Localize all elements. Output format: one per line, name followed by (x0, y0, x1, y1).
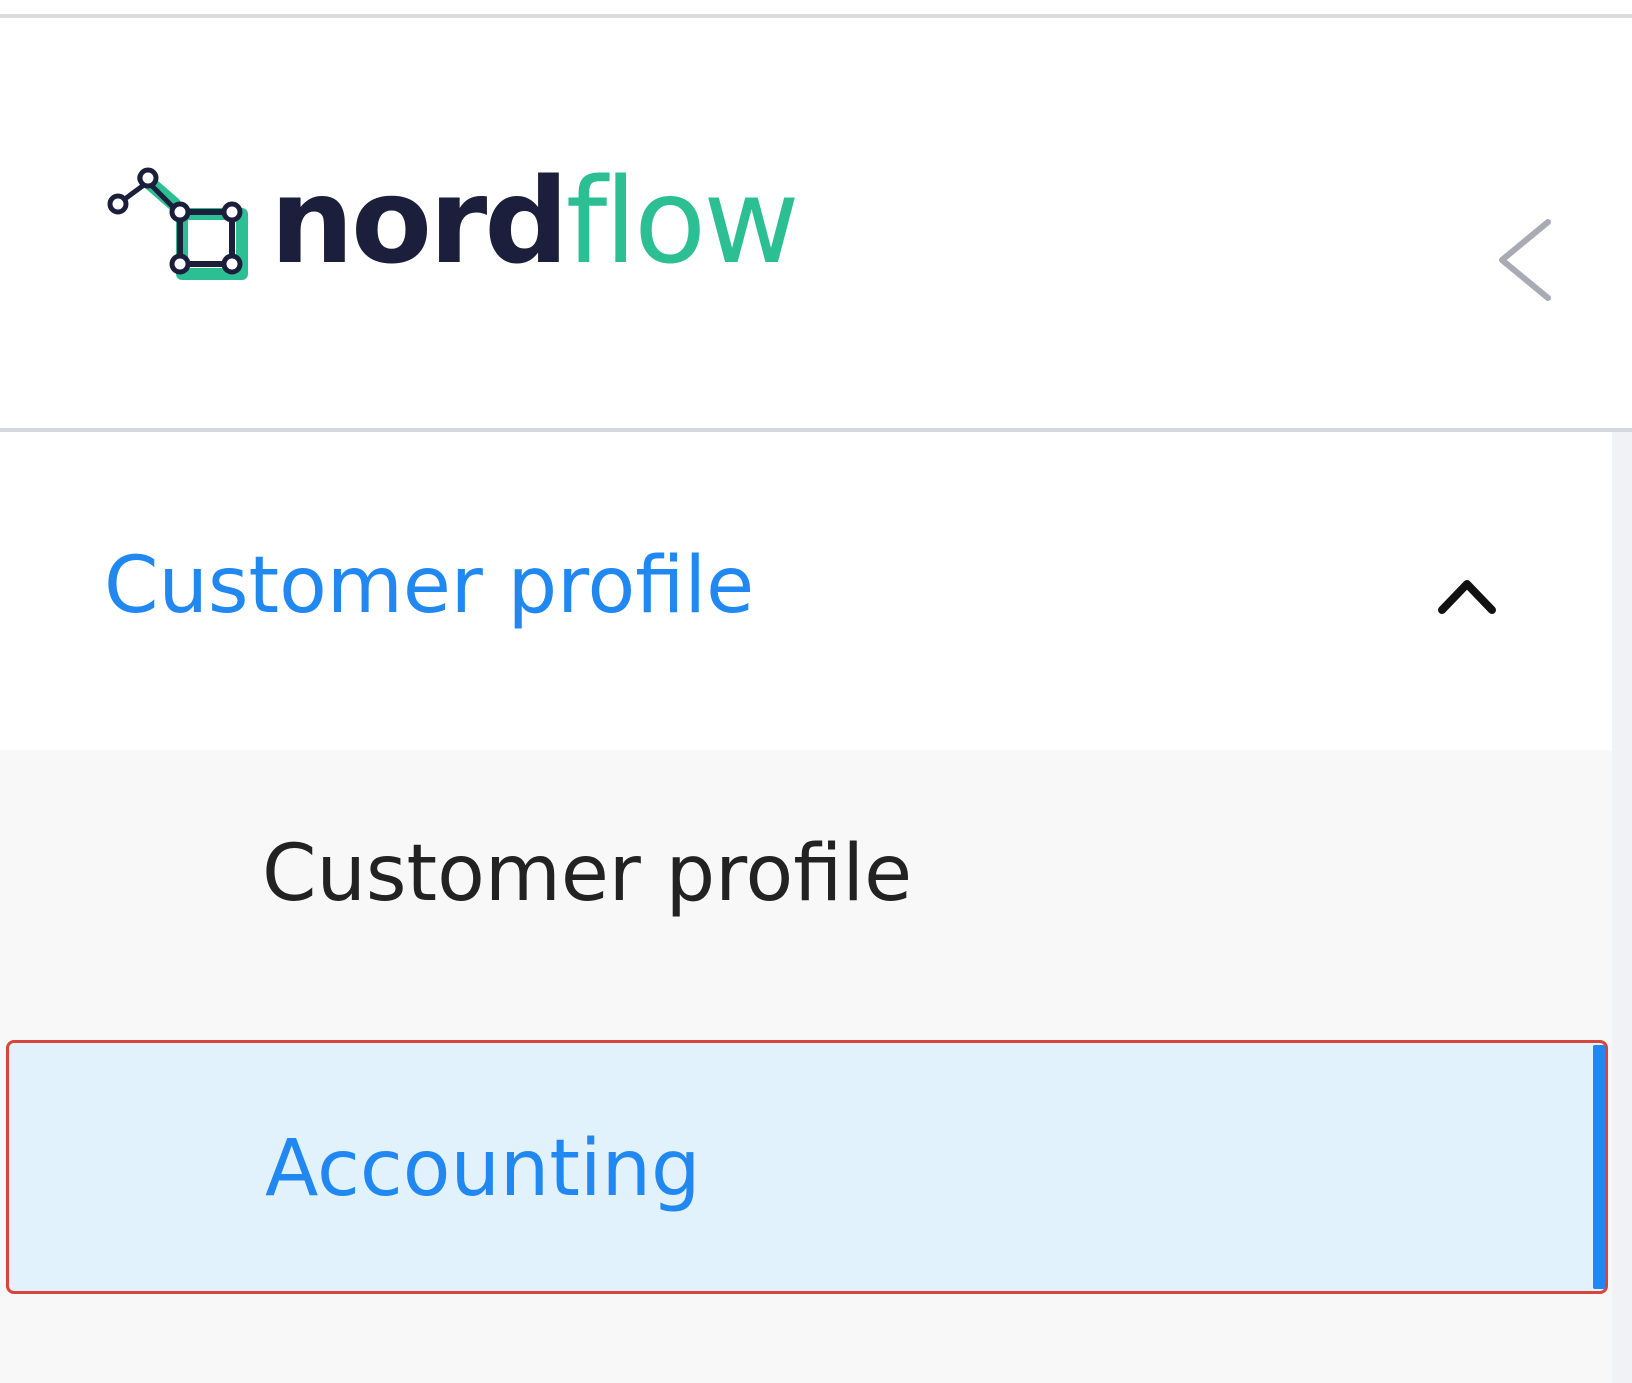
scrollbar-track[interactable] (1612, 432, 1632, 1383)
chevron-left-icon (1499, 219, 1551, 301)
menu-group-customer-profile[interactable]: Customer profile (0, 432, 1612, 750)
app-frame: nordflow Customer profile Customer profi… (0, 0, 1632, 1383)
sidebar-header: nordflow (0, 18, 1632, 428)
sidebar-menu: Customer profile Customer profile Accoun… (0, 432, 1612, 1383)
active-indicator (1593, 1045, 1605, 1289)
nordflow-logo-icon (107, 167, 248, 280)
collapse-sidebar-button[interactable] (1490, 214, 1560, 310)
chevron-up-icon (1438, 580, 1496, 614)
brand-name-primary: nord (270, 152, 569, 290)
menu-group-label: Customer profile (104, 541, 755, 631)
submenu-item-label: Accounting (265, 1124, 701, 1214)
brand-logo[interactable]: nordflow (104, 156, 844, 286)
submenu: Customer profile Accounting (0, 750, 1612, 1383)
brand-wordmark: nordflow (270, 162, 800, 280)
submenu-item-accounting[interactable]: Accounting (6, 1040, 1608, 1294)
submenu-item-customer-profile[interactable]: Customer profile (0, 750, 1612, 1006)
submenu-item-label: Customer profile (262, 829, 913, 919)
brand-name-secondary: flow (565, 152, 800, 290)
